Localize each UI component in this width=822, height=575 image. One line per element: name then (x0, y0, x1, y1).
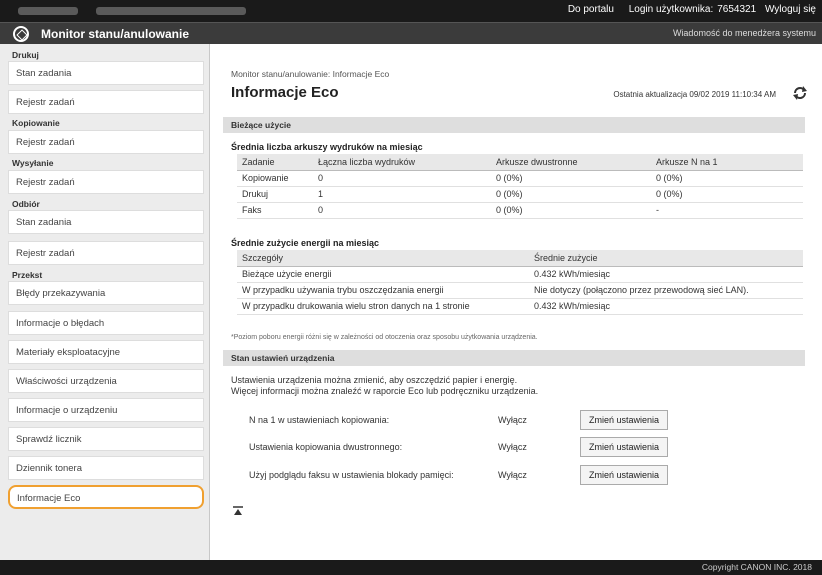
energy-cell: W przypadku używania trybu oszczędzania … (237, 282, 529, 299)
prints-cell: 1 (313, 186, 491, 203)
page-title: Informacje Eco (231, 84, 339, 101)
sidebar-category-copy: Kopiowanie (12, 118, 60, 128)
sidebar-category-receive: Odbiór (12, 199, 40, 209)
prints-cell: 0 (0%) (491, 186, 651, 203)
sidebar-item-error-info[interactable]: Informacje o błędach (8, 311, 204, 335)
sidebar-item-toner-log[interactable]: Dziennik tonera (8, 456, 204, 480)
prints-cell: - (651, 202, 803, 219)
energy-table-header: Szczegóły Średnie zużycie (237, 250, 803, 267)
sidebar-item-errors[interactable]: Błędy przekazywania (8, 281, 204, 305)
footer: Copyright CANON INC. 2018 (0, 560, 822, 575)
scroll-to-top-icon[interactable] (233, 506, 243, 519)
table-row: Bieżące użycie energii 0.432 kWh/miesiąc (237, 266, 803, 283)
refresh-icon[interactable] (792, 85, 808, 101)
setting-row-duplex: Ustawienia kopiowania dwustronnego: Wyłą… (249, 437, 769, 457)
settings-description-line2: Więcej informacji można znaleźć w raporc… (231, 386, 539, 396)
table-row: Kopiowanie 0 0 (0%) 0 (0%) (237, 170, 803, 187)
energy-note: *Poziom poboru energii różni się w zależ… (231, 334, 538, 341)
sidebar-item-counter[interactable]: Sprawdź licznik (8, 427, 204, 451)
table-row: W przypadku używania trybu oszczędzania … (237, 282, 803, 299)
prints-table: Zadanie Łączna liczba wydruków Arkusze d… (237, 154, 803, 219)
prints-heading: Średnia liczba arkuszy wydruków na miesi… (231, 142, 423, 152)
prints-cell: Drukuj (237, 186, 313, 203)
login-label: Login użytkownika: (628, 4, 714, 15)
change-settings-button[interactable]: Zmień ustawienia (580, 465, 669, 485)
prints-cell: 0 (313, 202, 491, 219)
sidebar-category-print: Drukuj (12, 50, 39, 60)
section-device-settings: Stan ustawień urządzenia (223, 350, 805, 366)
sidebar: Drukuj Stan zadania Rejestr zadań Kopiow… (0, 44, 210, 560)
prints-header-total: Łączna liczba wydruków (313, 154, 491, 171)
sidebar-item-recv-log[interactable]: Rejestr zadań (8, 241, 204, 265)
table-row: Drukuj 1 0 (0%) 0 (0%) (237, 186, 803, 203)
settings-description-line1: Ustawienia urządzenia można zmienić, aby… (231, 375, 518, 385)
app-title: Monitor stanu/anulowanie (41, 27, 190, 41)
copyright-text: Copyright CANON INC. 2018 (701, 562, 812, 572)
energy-heading: Średnie zużycie energii na miesiąc (231, 238, 380, 248)
prints-cell: 0 (0%) (651, 186, 803, 203)
setting-value: Wyłącz (498, 470, 527, 480)
sidebar-item-eco[interactable]: Informacje Eco (8, 485, 204, 509)
sidebar-item-copy-log[interactable]: Rejestr zadań (8, 130, 204, 154)
portal-logo-icon[interactable] (13, 26, 29, 42)
top-bar: Do portalu Login użytkownika: 7654321 Wyl… (0, 0, 822, 22)
sidebar-item-recv-status[interactable]: Stan zadania (8, 210, 204, 234)
admin-message-link[interactable]: Wiadomość do menedżera systemu (673, 28, 816, 38)
energy-cell: Nie dotyczy (połączono przez przewodową … (529, 282, 803, 299)
energy-cell: W przypadku drukowania wielu stron danyc… (237, 298, 529, 315)
energy-table: Szczegóły Średnie zużycie Bieżące użycie… (237, 250, 803, 315)
prints-cell: 0 (0%) (491, 202, 651, 219)
setting-row-fax-preview: Użyj podglądu faksu w ustawienia blokady… (249, 465, 769, 485)
portal-link[interactable]: Do portalu (568, 4, 614, 15)
table-row: Faks 0 0 (0%) - (237, 202, 803, 219)
prints-cell: 0 (0%) (651, 170, 803, 187)
last-update-text: Ostatnia aktualizacja 09/02 2019 11:10:3… (613, 90, 776, 99)
prints-table-header: Zadanie Łączna liczba wydruków Arkusze d… (237, 154, 803, 171)
energy-header-details: Szczegóły (237, 250, 529, 267)
setting-label: Ustawienia kopiowania dwustronnego: (249, 442, 403, 452)
sidebar-item-properties[interactable]: Właściwości urządzenia (8, 369, 204, 393)
setting-label: Użyj podglądu faksu w ustawienia blokady… (249, 470, 454, 480)
breadcrumb: Monitor stanu/anulowanie: Informacje Eco (231, 69, 390, 79)
energy-cell: Bieżące użycie energii (237, 266, 529, 283)
sidebar-item-device-info[interactable]: Informacje o urządzeniu (8, 398, 204, 422)
prints-header-task: Zadanie (237, 154, 313, 171)
energy-cell: 0.432 kWh/miesiąc (529, 298, 803, 315)
prints-cell: 0 (313, 170, 491, 187)
sidebar-item-send-log[interactable]: Rejestr zadań (8, 170, 204, 194)
sidebar-category-send: Wysyłanie (12, 158, 54, 168)
main-content: Monitor stanu/anulowanie: Informacje Eco… (211, 44, 822, 560)
sidebar-category-device: Przekst (12, 270, 43, 280)
energy-cell: 0.432 kWh/miesiąc (529, 266, 803, 283)
prints-cell: Faks (237, 202, 313, 219)
prints-cell: Kopiowanie (237, 170, 313, 187)
energy-header-average: Średnie zużycie (529, 250, 803, 267)
setting-label: N na 1 w ustawieniach kopiowania: (249, 415, 390, 425)
prints-cell: 0 (0%) (491, 170, 651, 187)
device-name-blurred (18, 7, 78, 15)
section-current-usage: Bieżące użycie (223, 117, 805, 133)
setting-value: Wyłącz (498, 442, 527, 452)
logout-link[interactable]: Wyloguj się (765, 4, 816, 15)
prints-header-duplex: Arkusze dwustronne (491, 154, 651, 171)
top-links: Do portalu Login użytkownika: 7654321 Wyl… (556, 4, 816, 15)
device-address-blurred (96, 7, 246, 15)
table-row: W przypadku drukowania wielu stron danyc… (237, 298, 803, 315)
sidebar-item-print-status[interactable]: Stan zadania (8, 61, 204, 85)
change-settings-button[interactable]: Zmień ustawienia (580, 410, 669, 430)
sidebar-item-consumables[interactable]: Materiały eksploatacyjne (8, 340, 204, 364)
app-bar: Monitor stanu/anulowanie Wiadomość do me… (0, 22, 822, 44)
setting-row-nup: N na 1 w ustawieniach kopiowania: Wyłącz… (249, 410, 769, 430)
setting-value: Wyłącz (498, 415, 527, 425)
prints-header-nup: Arkusze N na 1 (651, 154, 803, 171)
login-id: 7654321 (717, 4, 757, 15)
sidebar-item-print-log[interactable]: Rejestr zadań (8, 90, 204, 114)
change-settings-button[interactable]: Zmień ustawienia (580, 437, 669, 457)
